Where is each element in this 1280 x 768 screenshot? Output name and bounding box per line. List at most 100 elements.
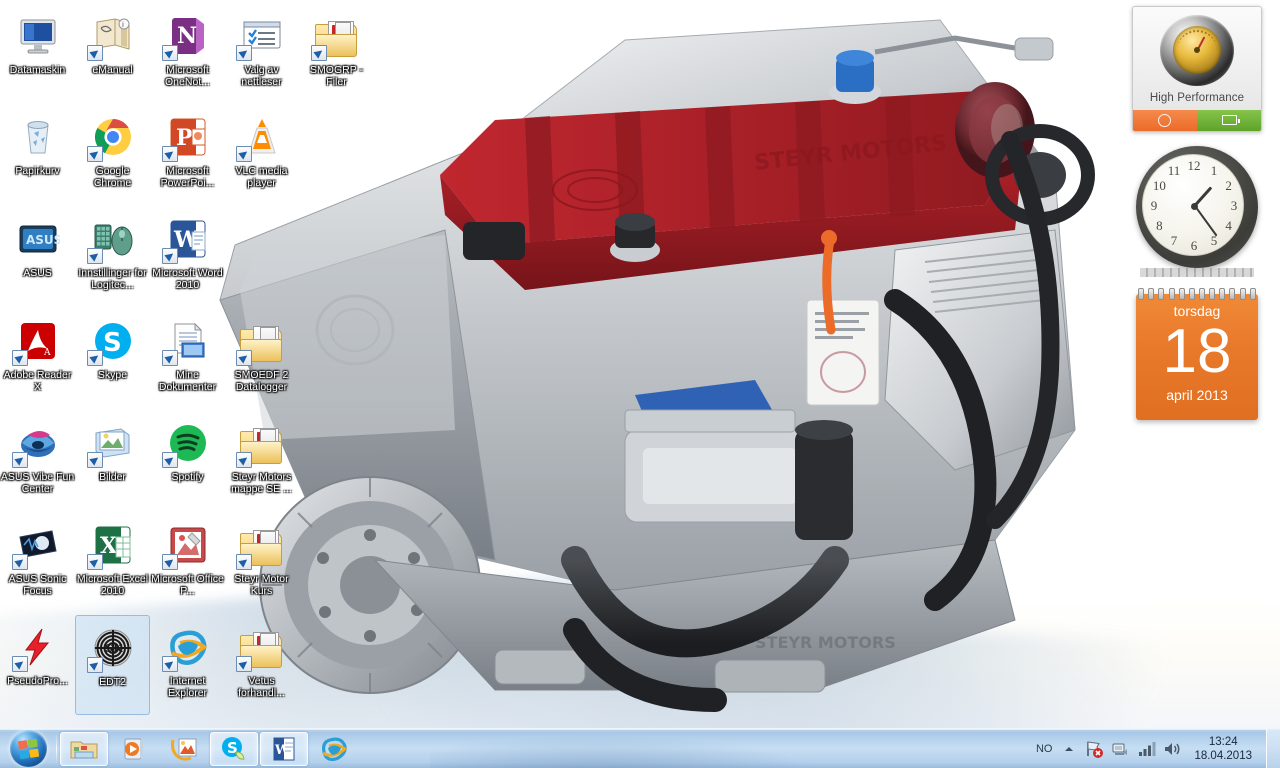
photo-gallery-icon (169, 734, 199, 764)
desktop-icon[interactable]: Steyr Motor Kurs (224, 513, 299, 613)
shortcut-arrow-icon (235, 350, 252, 366)
tray-language-indicator[interactable]: NO (1036, 743, 1053, 755)
show-hidden-icons-button[interactable] (1062, 742, 1076, 756)
desktop-icon[interactable]: S Skype (75, 309, 150, 409)
taskbar-button[interactable]: S (210, 731, 258, 766)
svg-text:i: i (122, 21, 124, 29)
desktop-icon-label: Innstillinger for Logitec... (78, 267, 147, 291)
desktop-icon[interactable]: X Microsoft Excel 2010 (75, 513, 150, 613)
taskbar: S W NO 13:24 18.04.2013 (0, 728, 1280, 768)
desktop-icon[interactable]: Internet Explorer (150, 615, 225, 715)
desktop-icon[interactable]: N Microsoft OneNot... (150, 4, 225, 104)
pictures-icon (86, 419, 137, 468)
desktop-icon[interactable]: A Adobe Reader X (0, 309, 75, 409)
desktop-icon[interactable]: PseudoPro... (0, 615, 75, 715)
tray-time: 13:24 (1208, 735, 1238, 748)
desktop-icon[interactable]: SMOEDF 2 Datalogger (224, 309, 299, 409)
start-button[interactable] (2, 730, 54, 768)
desktop-icon-label: Microsoft Office P... (151, 573, 224, 597)
desktop-icon[interactable]: Steyr Motors mappe SE ... (224, 411, 299, 511)
word-icon: W (161, 215, 212, 264)
shortcut-arrow-icon (86, 45, 103, 61)
desktop-icon-label: Google Chrome (93, 165, 132, 189)
taskbar-button[interactable] (310, 732, 358, 766)
battery-icon (1222, 115, 1240, 126)
taskbar-button[interactable] (160, 732, 208, 766)
desktop-icon[interactable]: Spotify (150, 411, 225, 511)
desktop-icon[interactable]: Innstillinger for Logitec... (75, 207, 150, 307)
word-icon: W (269, 734, 299, 764)
desktop-icon[interactable]: SMOGRP - Filer (299, 4, 374, 104)
pseudo-icon (11, 623, 62, 672)
desktop-icon-label: Internet Explorer (167, 675, 208, 699)
desktop-icon[interactable]: W Microsoft Word 2010 (150, 207, 225, 307)
desktop-icon[interactable]: Valg av nettleser (224, 4, 299, 104)
desktop-icon[interactable]: ASUS ASUS (0, 207, 75, 307)
vlc-icon (235, 113, 286, 162)
calendar-gadget[interactable]: torsdag 18 april 2013 (1132, 288, 1266, 423)
clock-hour-number: 3 (1230, 198, 1238, 213)
speedometer-icon (1160, 15, 1234, 86)
desktop-icon[interactable]: ASUS Sonic Focus (0, 513, 75, 613)
svg-text:S: S (103, 328, 122, 358)
desktop-icon[interactable]: Datamaskin (0, 4, 75, 104)
acrobat-icon: A (11, 317, 62, 366)
shortcut-arrow-icon (161, 350, 178, 366)
shortcut-arrow-icon (235, 146, 252, 162)
desktop-icon-label: Vetus forhandl... (238, 675, 285, 699)
desktop-icon-label: ASUS (23, 267, 52, 279)
brightness-button[interactable] (1133, 109, 1197, 131)
desktop-icon[interactable]: Vetus forhandl... (224, 615, 299, 715)
clock-gadget[interactable]: 12 1 2 3 4 5 6 7 8 9 10 11 (1132, 144, 1266, 277)
desktop-icon[interactable]: Microsoft Office P... (150, 513, 225, 613)
shortcut-arrow-icon (11, 452, 28, 468)
clock-hour-number: 10 (1152, 178, 1166, 193)
logitech-icon (86, 215, 137, 264)
action-center-flag-icon[interactable] (1084, 739, 1104, 759)
desktop-icon[interactable]: Bilder (75, 411, 150, 511)
clock-datetime[interactable]: 13:24 18.04.2013 (1194, 735, 1252, 763)
desktop-icon[interactable]: ASUS Vibe Fun Center (0, 411, 75, 511)
shortcut-arrow-icon (86, 657, 103, 673)
desktop-icon-grid: Datamaskin i eManual N Microsoft OneNot...… (0, 0, 380, 730)
clock-hour-number: 8 (1156, 218, 1163, 233)
taskbar-button[interactable]: W (260, 731, 308, 766)
network-icon[interactable] (1110, 739, 1130, 759)
shortcut-arrow-icon (86, 554, 103, 570)
desktop-icon-label: VLC media player (235, 165, 288, 189)
desktop-icon[interactable]: VLC media player (224, 105, 299, 205)
desktop-icon[interactable]: Papirkurv (0, 105, 75, 205)
office-picture-icon (161, 521, 212, 570)
desktop-icon-label: Skype (97, 369, 128, 381)
desktop-icon[interactable]: SK EDT2 (75, 615, 150, 715)
brightness-icon (1158, 113, 1171, 127)
taskbar-divider (56, 733, 57, 764)
edt2-icon: SK (86, 624, 137, 673)
battery-button[interactable] (1197, 109, 1261, 131)
show-desktop-button[interactable] (1266, 728, 1280, 768)
svg-text:P: P (176, 125, 193, 151)
ie-icon (161, 623, 212, 672)
recycle-bin-icon (14, 113, 62, 161)
desktop-icon[interactable]: i eManual (75, 4, 150, 104)
taskbar-button[interactable] (110, 732, 158, 766)
desktop-icon[interactable]: P Microsoft PowerPoi... (150, 105, 225, 205)
desktop-icon[interactable]: Google Chrome (75, 105, 150, 205)
browser-choice-icon (235, 12, 286, 61)
desktop-icon[interactable]: Mine Dokumenter (150, 309, 225, 409)
calendar-month-year: april 2013 (1166, 387, 1228, 403)
desktop-icon-label: SMOGRP - Filer (310, 64, 363, 88)
desktop-icon-label: ASUS Vibe Fun Center (0, 471, 75, 495)
svg-text:STEYR MOTORS: STEYR MOTORS (755, 633, 896, 652)
skype-icon: S (219, 734, 249, 764)
onenote-icon: N (161, 12, 212, 61)
clock-hour-number: 2 (1225, 178, 1232, 193)
signal-bars-icon[interactable] (1136, 739, 1156, 759)
documents-icon (161, 317, 212, 366)
power-gadget[interactable]: High Performance (1132, 6, 1266, 132)
volume-icon[interactable] (1162, 739, 1182, 759)
shortcut-arrow-icon (235, 45, 252, 61)
shortcut-arrow-icon (310, 45, 327, 61)
shortcut-arrow-icon (161, 656, 178, 672)
taskbar-button[interactable] (60, 731, 108, 766)
